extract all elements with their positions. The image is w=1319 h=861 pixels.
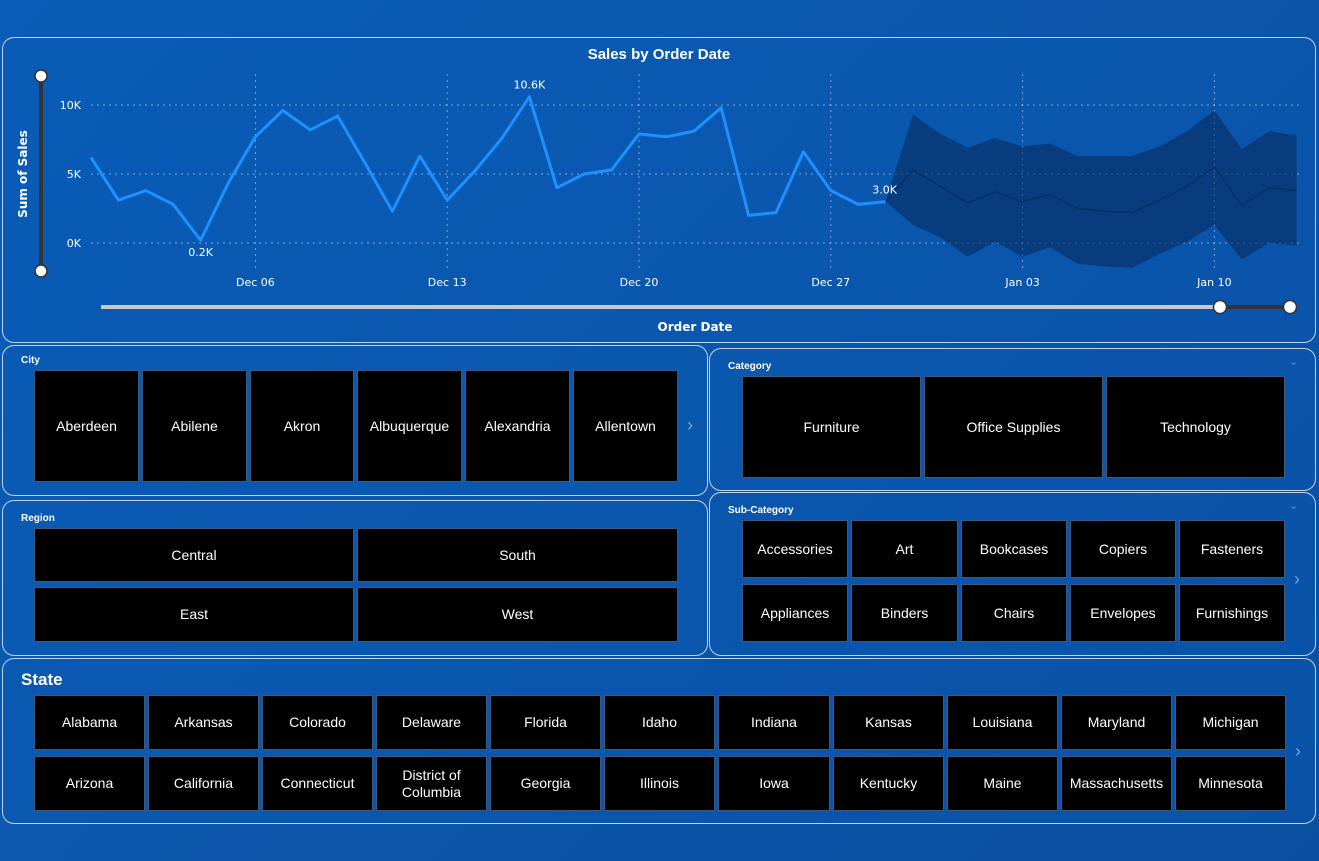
state-tile[interactable]: District of Columbia — [376, 756, 487, 811]
state-tile[interactable]: Alabama — [34, 695, 145, 750]
state-tile[interactable]: Arkansas — [148, 695, 259, 750]
city-slicer-title: City — [21, 355, 40, 366]
city-tile[interactable]: Albuquerque — [357, 370, 462, 482]
x-range-slider-left-handle[interactable] — [1212, 299, 1228, 315]
state-tile[interactable]: Illinois — [604, 756, 715, 811]
city-tile[interactable]: Akron — [250, 370, 354, 482]
chevron-right-icon[interactable]: › — [1294, 569, 1300, 590]
category-tile[interactable]: Furniture — [742, 376, 921, 478]
region-tile[interactable]: East — [34, 587, 354, 642]
x-tick-label: Dec 27 — [811, 276, 850, 289]
city-tile[interactable]: Allentown — [573, 370, 678, 482]
state-slicer-title: State — [21, 670, 63, 689]
state-tile[interactable]: Louisiana — [947, 695, 1058, 750]
state-tile[interactable]: California — [148, 756, 259, 811]
state-tile[interactable]: Kansas — [833, 695, 944, 750]
data-label: 10.6K — [514, 79, 546, 92]
x-tick-label: Dec 13 — [428, 276, 467, 289]
x-tick-label: Dec 20 — [620, 276, 659, 289]
y-tick-label: 10K — [60, 99, 82, 112]
x-tick-label: Dec 06 — [236, 276, 275, 289]
state-tile[interactable]: Colorado — [262, 695, 373, 750]
state-tile[interactable]: Connecticut — [262, 756, 373, 811]
subcategory-tile[interactable]: Copiers — [1070, 520, 1176, 578]
state-tile[interactable]: Delaware — [376, 695, 487, 750]
region-tile[interactable]: West — [357, 587, 678, 642]
y-range-slider-bottom-handle[interactable] — [34, 264, 48, 278]
state-tile[interactable]: Minnesota — [1175, 756, 1286, 811]
state-tile[interactable]: Maine — [947, 756, 1058, 811]
state-tile[interactable]: Arizona — [34, 756, 145, 811]
chevron-right-icon[interactable]: › — [687, 415, 693, 436]
city-tile[interactable]: Abilene — [142, 370, 247, 482]
state-tile[interactable]: Massachusetts — [1061, 756, 1172, 811]
state-tile[interactable]: Maryland — [1061, 695, 1172, 750]
data-label: 0.2K — [188, 246, 213, 259]
x-axis-label: Order Date — [658, 320, 733, 334]
chevron-down-icon[interactable]: ⌄ — [1289, 355, 1298, 368]
subcategory-tile[interactable]: Chairs — [961, 584, 1067, 642]
state-tile[interactable]: Indiana — [718, 695, 830, 750]
region-tile[interactable]: Central — [34, 528, 354, 582]
state-tile[interactable]: Michigan — [1175, 695, 1286, 750]
category-tile[interactable]: Technology — [1106, 376, 1285, 478]
y-tick-label: 5K — [67, 168, 82, 181]
region-tile[interactable]: South — [357, 528, 678, 582]
sales-chart-panel: Sales by Order Date 0K 5K 10K Dec 06 Dec 13 D… — [2, 37, 1316, 343]
chevron-right-icon[interactable]: › — [1295, 741, 1301, 762]
category-tile[interactable]: Office Supplies — [924, 376, 1103, 478]
subcategory-tile[interactable]: Bookcases — [961, 520, 1067, 578]
category-slicer-title: Category — [728, 361, 772, 372]
subcategory-tile[interactable]: Furnishings — [1179, 584, 1285, 642]
chevron-down-icon[interactable]: ⌄ — [1289, 499, 1298, 512]
state-tile[interactable]: Kentucky — [833, 756, 944, 811]
sales-series-line — [89, 95, 886, 242]
subcategory-slicer-title: Sub-Category — [728, 505, 794, 516]
x-range-slider-right-handle[interactable] — [1282, 299, 1298, 315]
region-slicer-title: Region — [21, 513, 55, 524]
subcategory-tile[interactable]: Accessories — [742, 520, 848, 578]
x-tick-label: Jan 03 — [1004, 276, 1039, 289]
city-tile[interactable]: Alexandria — [465, 370, 570, 482]
y-tick-label: 0K — [67, 237, 82, 250]
y-range-slider-top-handle[interactable] — [34, 69, 48, 83]
subcategory-tile[interactable]: Fasteners — [1179, 520, 1285, 578]
y-axis-label: Sum of Sales — [16, 130, 30, 218]
subcategory-tile[interactable]: Binders — [851, 584, 958, 642]
forecast-confidence-band — [885, 110, 1297, 268]
subcategory-tile[interactable]: Art — [851, 520, 958, 578]
state-tile[interactable]: Idaho — [604, 695, 715, 750]
subcategory-tile[interactable]: Appliances — [742, 584, 848, 642]
city-tile[interactable]: Aberdeen — [34, 370, 139, 482]
data-label: 3.0K — [872, 184, 897, 197]
state-tile[interactable]: Georgia — [490, 756, 601, 811]
sales-line-chart: 0K 5K 10K Dec 06 Dec 13 Dec 20 Dec 27 Jan 03 Jan… — [16, 69, 1303, 334]
state-tile[interactable]: Iowa — [718, 756, 830, 811]
x-tick-label: Jan 10 — [1196, 276, 1231, 289]
subcategory-tile[interactable]: Envelopes — [1070, 584, 1176, 642]
state-tile[interactable]: Florida — [490, 695, 601, 750]
